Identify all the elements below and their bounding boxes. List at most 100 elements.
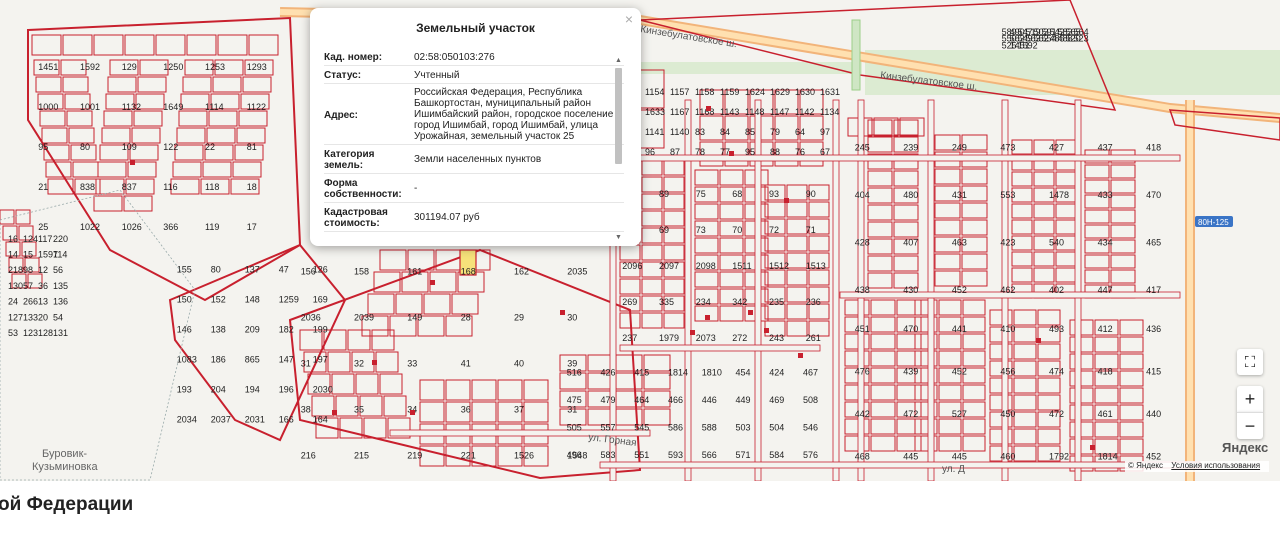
parcel [896, 418, 922, 435]
green-area [632, 62, 862, 74]
plot-number-label: 54 [53, 312, 63, 322]
plot-number-label: 417 [1146, 285, 1161, 295]
plot-number-label: 1624 [745, 87, 765, 97]
plot-number-label: 1132 [122, 102, 141, 112]
parcel [383, 395, 407, 417]
parcel [694, 169, 719, 186]
parcel [1119, 404, 1144, 421]
yandex-logo[interactable]: Яндекс [1222, 440, 1268, 455]
parcel [123, 195, 153, 212]
zoom-in-button[interactable]: + [1237, 386, 1263, 412]
parcel [962, 299, 986, 316]
parcel [896, 350, 922, 367]
parcel [1069, 370, 1094, 387]
scroll-down-arrow-icon[interactable]: ▼ [614, 233, 623, 242]
row-cadastral-value: Кадастровая стоимость: 301194.07 руб [324, 203, 624, 232]
plot-number-label: 33 [407, 359, 417, 369]
parcel [989, 394, 1013, 411]
parcel [1055, 267, 1077, 283]
plot-number-label: 32 [354, 359, 364, 369]
zoom-out-button[interactable]: − [1237, 412, 1263, 439]
plot-number-label: 123 [23, 328, 38, 338]
parcel [1055, 219, 1077, 235]
scroll-up-arrow-icon[interactable]: ▲ [614, 56, 623, 65]
plot-number-label: 503 [736, 423, 751, 433]
plot-number-label: 442 [855, 409, 870, 419]
plot-number-label: 475 [567, 395, 582, 405]
plot-number-label: 70 [732, 225, 742, 235]
plot-number-label: 445 [952, 451, 967, 461]
plot-number-label: 504 [769, 423, 784, 433]
close-icon[interactable]: × [625, 11, 633, 27]
plot-number-label: 249 [952, 143, 967, 153]
scroll-thumb[interactable] [615, 68, 622, 164]
plot-number-label: 1512 [769, 261, 789, 271]
plot-number-label: 366 [163, 222, 178, 232]
parcel [327, 351, 351, 373]
plot-number-label: 516 [567, 368, 582, 378]
plot-number-label: 204 [211, 385, 226, 395]
parcel [371, 329, 395, 351]
parcel [471, 401, 497, 423]
parcel [1084, 254, 1110, 269]
parcel [1069, 387, 1094, 404]
plot-number-label: 837 [122, 182, 137, 192]
plot-number-label: 588 [702, 423, 717, 433]
plot-number-label: 84 [720, 127, 730, 137]
parcel [208, 110, 238, 127]
parcel [786, 252, 808, 269]
plot-number-label: 1122 [247, 102, 266, 112]
plot-number-label: 456 [1000, 366, 1015, 376]
plot-number-label: 450 [1000, 409, 1015, 419]
parcel [1069, 353, 1094, 370]
plot-number-label: 584 [769, 450, 784, 460]
popup-scrollbar[interactable]: ▲ ▼ [614, 56, 623, 242]
row-label: Форма собственности: [324, 178, 402, 200]
plot-number-label: 441 [952, 324, 967, 334]
plot-number-label: 468 [855, 451, 870, 461]
plot-number-label: 37 [514, 405, 524, 415]
row-value: Учтенный [414, 69, 460, 81]
parcel [893, 170, 919, 187]
plot-number-label: 2031 [245, 415, 265, 425]
terms-of-use-link[interactable]: Условия использования [1171, 461, 1260, 470]
plot-number-label: 472 [903, 409, 918, 419]
parcel [867, 204, 893, 221]
parcel [1069, 319, 1094, 336]
plot-number-label: 152 [211, 295, 226, 305]
plot-number-label: 476 [855, 366, 870, 376]
plot-number-label: 41 [461, 359, 471, 369]
plot-number-label: 1259 [279, 295, 299, 305]
plot-number-label: 451 [855, 324, 870, 334]
road-label: ул. Д [942, 464, 965, 475]
parcel [844, 299, 870, 316]
parcel [176, 127, 206, 144]
parcel [938, 350, 962, 367]
plot-number-label: 35 [354, 405, 364, 415]
plot-number-label: 236 [806, 297, 821, 307]
parcel [893, 255, 919, 272]
parcel [1013, 309, 1037, 326]
parcel [961, 253, 988, 270]
parcel [989, 428, 1013, 445]
plot-number-label: 1629 [770, 87, 790, 97]
plot-number-label: 438 [855, 285, 870, 295]
parcel [1011, 219, 1033, 235]
plot-number-label: 127 [8, 312, 23, 322]
row-ownership-form: Форма собственности: - [324, 174, 624, 203]
plot-number-label: 428 [855, 238, 870, 248]
plot-number-label: 77 [720, 147, 730, 157]
plot-number-label: 194 [245, 385, 260, 395]
plot-number-label: 98 [23, 265, 33, 275]
fullscreen-button[interactable]: ⛶ [1237, 349, 1263, 375]
parcel [870, 350, 896, 367]
parcel [66, 110, 93, 127]
parcel [97, 161, 127, 178]
plot-number-label: 69 [659, 225, 669, 235]
plot-number-label: 434 [1098, 238, 1113, 248]
parcel [893, 221, 919, 238]
place-label: Кузьминовка [32, 461, 98, 473]
plot-number-label: 418 [1098, 366, 1113, 376]
parcel [896, 333, 922, 350]
parcel [133, 110, 163, 127]
